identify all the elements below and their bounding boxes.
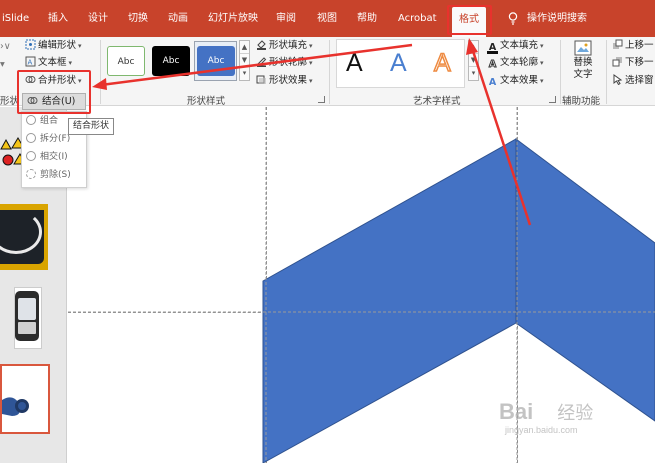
highlight-merge-shapes — [17, 70, 91, 114]
annotation-arrowhead — [92, 78, 107, 90]
group-icon — [26, 115, 36, 125]
right-parallelogram-shape[interactable] — [515, 138, 655, 422]
menu-item-group[interactable]: 组合 — [26, 113, 58, 130]
watermark-brand: Bai — [499, 399, 534, 424]
menu-item-subtract[interactable]: 剪除(S) — [26, 167, 71, 184]
baidu-watermark: Bai 经验 jingyan.baidu.com — [499, 399, 593, 435]
menu-item-group-label: 组合 — [40, 116, 59, 126]
menu-item-intersect[interactable]: 相交(I) — [26, 149, 68, 166]
subtract-icon — [26, 169, 36, 179]
menu-item-fragment-label: 拆分(F) — [40, 134, 71, 144]
watermark-url: jingyan.baidu.com — [505, 425, 578, 435]
intersect-icon — [26, 151, 36, 161]
left-parallelogram-shape[interactable] — [262, 138, 517, 463]
menu-item-subtract-label: 剪除(S) — [40, 170, 71, 180]
fragment-icon — [26, 133, 36, 143]
slide-shapes-layer — [68, 38, 655, 463]
menu-item-intersect-label: 相交(I) — [40, 152, 68, 162]
annotation-arrowhead — [466, 38, 478, 55]
combine-tooltip: 结合形状 — [68, 118, 115, 135]
annotation-arrow-line — [100, 43, 413, 87]
watermark-brand-2: 经验 — [557, 403, 594, 423]
menu-item-fragment[interactable]: 拆分(F) — [26, 131, 70, 148]
